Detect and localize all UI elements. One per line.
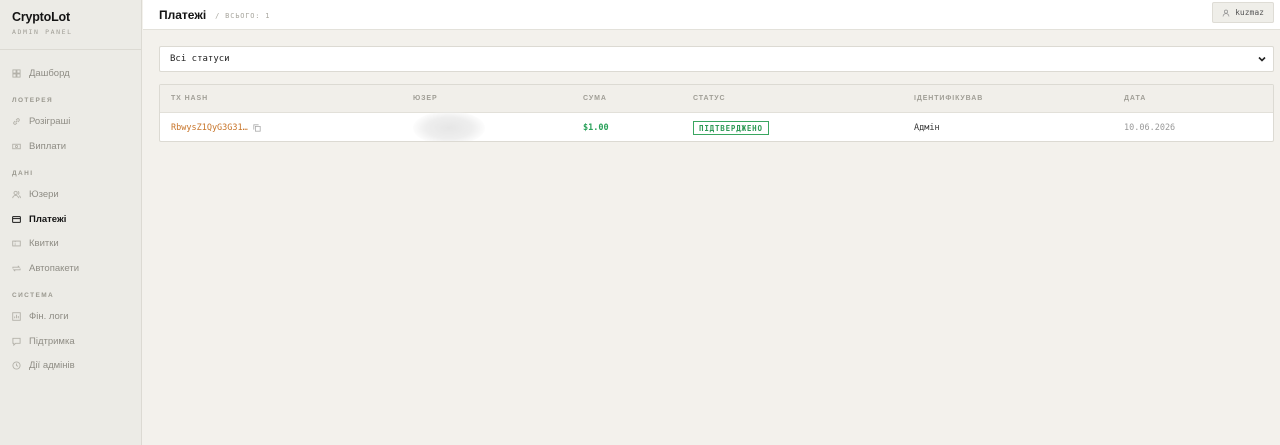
- payments-table: TX HASH ЮЗЕР СУМА СТАТУС ІДЕНТИФІКУВАВ Д…: [159, 84, 1274, 142]
- sidebar-item-label: Платежі: [29, 213, 67, 225]
- sidebar-item-label: Дії адмінів: [29, 360, 75, 372]
- username: kuzmaz: [1235, 8, 1264, 17]
- date-cell: 10.06.2026: [1124, 123, 1176, 133]
- column-header-tx-hash: TX HASH: [171, 95, 209, 102]
- tx-hash-text: RbwysZ1QyG3G31…: [171, 123, 248, 133]
- sidebar-item-label: Розіграші: [29, 116, 71, 128]
- sidebar-item-support[interactable]: Підтримка: [0, 329, 141, 354]
- sidebar-item-label: Квитки: [29, 238, 59, 250]
- dashboard-icon: [12, 69, 21, 78]
- sidebar-item-label: Підтримка: [29, 335, 75, 347]
- chevron-down-icon: [1258, 56, 1266, 62]
- sidebar-item-label: Юзери: [29, 189, 59, 201]
- brand-subtitle: ADMIN PANEL: [12, 28, 73, 36]
- chart-icon: [12, 312, 21, 321]
- amount-cell: $1.00: [583, 123, 609, 133]
- column-header-status: СТАТУС: [693, 95, 726, 102]
- sidebar-item-tickets[interactable]: Квитки: [0, 232, 141, 257]
- column-header-amount: СУМА: [583, 95, 607, 102]
- chat-icon: [12, 337, 21, 346]
- copy-icon[interactable]: [253, 124, 261, 132]
- sidebar-item-label: Автопакети: [29, 262, 80, 274]
- sidebar-item-autopackages[interactable]: Автопакети: [0, 256, 141, 281]
- identified-by-cell: Адмін: [914, 123, 940, 133]
- tx-hash-link[interactable]: RbwysZ1QyG3G31…: [171, 123, 261, 133]
- link-icon: [12, 117, 21, 126]
- nav-group-title-data: ДАНІ: [12, 169, 34, 177]
- clock-icon: [12, 361, 21, 370]
- sidebar-nav: Дашборд ЛОТЕРЕЯ Розіграші Виплати ДАНІ Ю…: [0, 50, 141, 378]
- sidebar-item-label: Виплати: [29, 140, 67, 152]
- sidebar-item-payments[interactable]: Платежі: [0, 207, 141, 232]
- column-header-identified-by: ІДЕНТИФІКУВАВ: [914, 95, 984, 102]
- sidebar-item-users[interactable]: Юзери: [0, 183, 141, 208]
- payout-icon: [12, 142, 21, 151]
- sidebar-item-label: Дашборд: [29, 67, 70, 79]
- ticket-icon: [12, 239, 21, 248]
- column-header-date: ДАТА: [1124, 95, 1147, 102]
- sidebar-item-draws[interactable]: Розіграші: [0, 110, 141, 135]
- brand: CryptoLot ADMIN PANEL: [0, 0, 141, 50]
- sidebar: CryptoLot ADMIN PANEL Дашборд ЛОТЕРЕЯ Ро…: [0, 0, 142, 445]
- user-icon: [1222, 9, 1230, 17]
- sidebar-item-payouts[interactable]: Виплати: [0, 134, 141, 159]
- total-count: / ВСЬОГО: 1: [215, 12, 271, 20]
- nav-group-title-system: СИСТЕМА: [12, 291, 55, 299]
- nav-group-title-lottery: ЛОТЕРЕЯ: [12, 96, 54, 104]
- card-icon: [12, 215, 21, 224]
- sidebar-item-fin-logs[interactable]: Фін. логи: [0, 305, 141, 330]
- sidebar-item-dashboard[interactable]: Дашборд: [0, 61, 141, 86]
- sidebar-item-label: Фін. логи: [29, 311, 69, 323]
- user-menu-button[interactable]: kuzmaz: [1212, 2, 1274, 23]
- user-avatar-blurred: [413, 111, 485, 141]
- status-filter-select[interactable]: Всі статуси: [159, 46, 1274, 72]
- column-header-user: ЮЗЕР: [413, 95, 438, 102]
- page-title: Платежі: [159, 7, 207, 22]
- repeat-icon: [12, 264, 21, 273]
- status-filter-value: Всі статуси: [170, 54, 230, 64]
- status-badge: ПІДТВЕРДЖЕНО: [693, 121, 769, 135]
- table-header: TX HASH ЮЗЕР СУМА СТАТУС ІДЕНТИФІКУВАВ Д…: [160, 85, 1273, 113]
- users-icon: [12, 190, 21, 199]
- sidebar-item-admin-actions[interactable]: Дії адмінів: [0, 354, 141, 379]
- brand-title: CryptoLot: [12, 10, 70, 24]
- top-header: Платежі / ВСЬОГО: 1 kuzmaz: [143, 0, 1280, 30]
- table-row: RbwysZ1QyG3G31… $1.00 ПІДТВЕРДЖЕНО Адмін…: [160, 111, 1273, 141]
